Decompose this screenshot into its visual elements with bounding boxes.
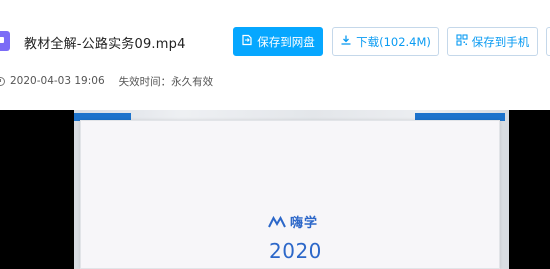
expire-info: 失效时间：永久有效	[118, 75, 214, 88]
more-actions-button[interactable]	[546, 27, 550, 56]
qr-code-icon	[456, 34, 468, 49]
upload-time: 2020-04-03 19:06	[10, 75, 105, 87]
phone-button-label: 保存到手机	[471, 34, 530, 49]
brand-logo-icon	[268, 215, 286, 227]
download-button-label: 下载(102.4M)	[356, 34, 431, 49]
file-meta: 2020-04-03 19:06 失效时间：永久有效	[0, 73, 213, 89]
video-file-icon	[0, 31, 10, 51]
save-button-label: 保存到网盘	[257, 34, 315, 49]
file-title: 教材全解-公路实务09.mp4	[24, 37, 186, 52]
video-brand: 嗨学	[268, 212, 318, 231]
page: 教材全解-公路实务09.mp4 保存到网盘 下载(102.4M) 保存到手机 2…	[0, 0, 550, 269]
download-button[interactable]: 下载(102.4M)	[332, 27, 439, 56]
video-year: 2020	[269, 239, 322, 263]
video-brand-text: 嗨学	[290, 216, 319, 231]
save-icon	[241, 34, 253, 49]
file-header: 教材全解-公路实务09.mp4 保存到网盘 下载(102.4M) 保存到手机 2…	[0, 0, 550, 110]
save-to-phone-button[interactable]: 保存到手机	[447, 27, 538, 56]
clock-icon	[0, 76, 5, 86]
save-to-netdisk-button[interactable]: 保存到网盘	[233, 27, 323, 56]
download-icon	[340, 34, 352, 49]
